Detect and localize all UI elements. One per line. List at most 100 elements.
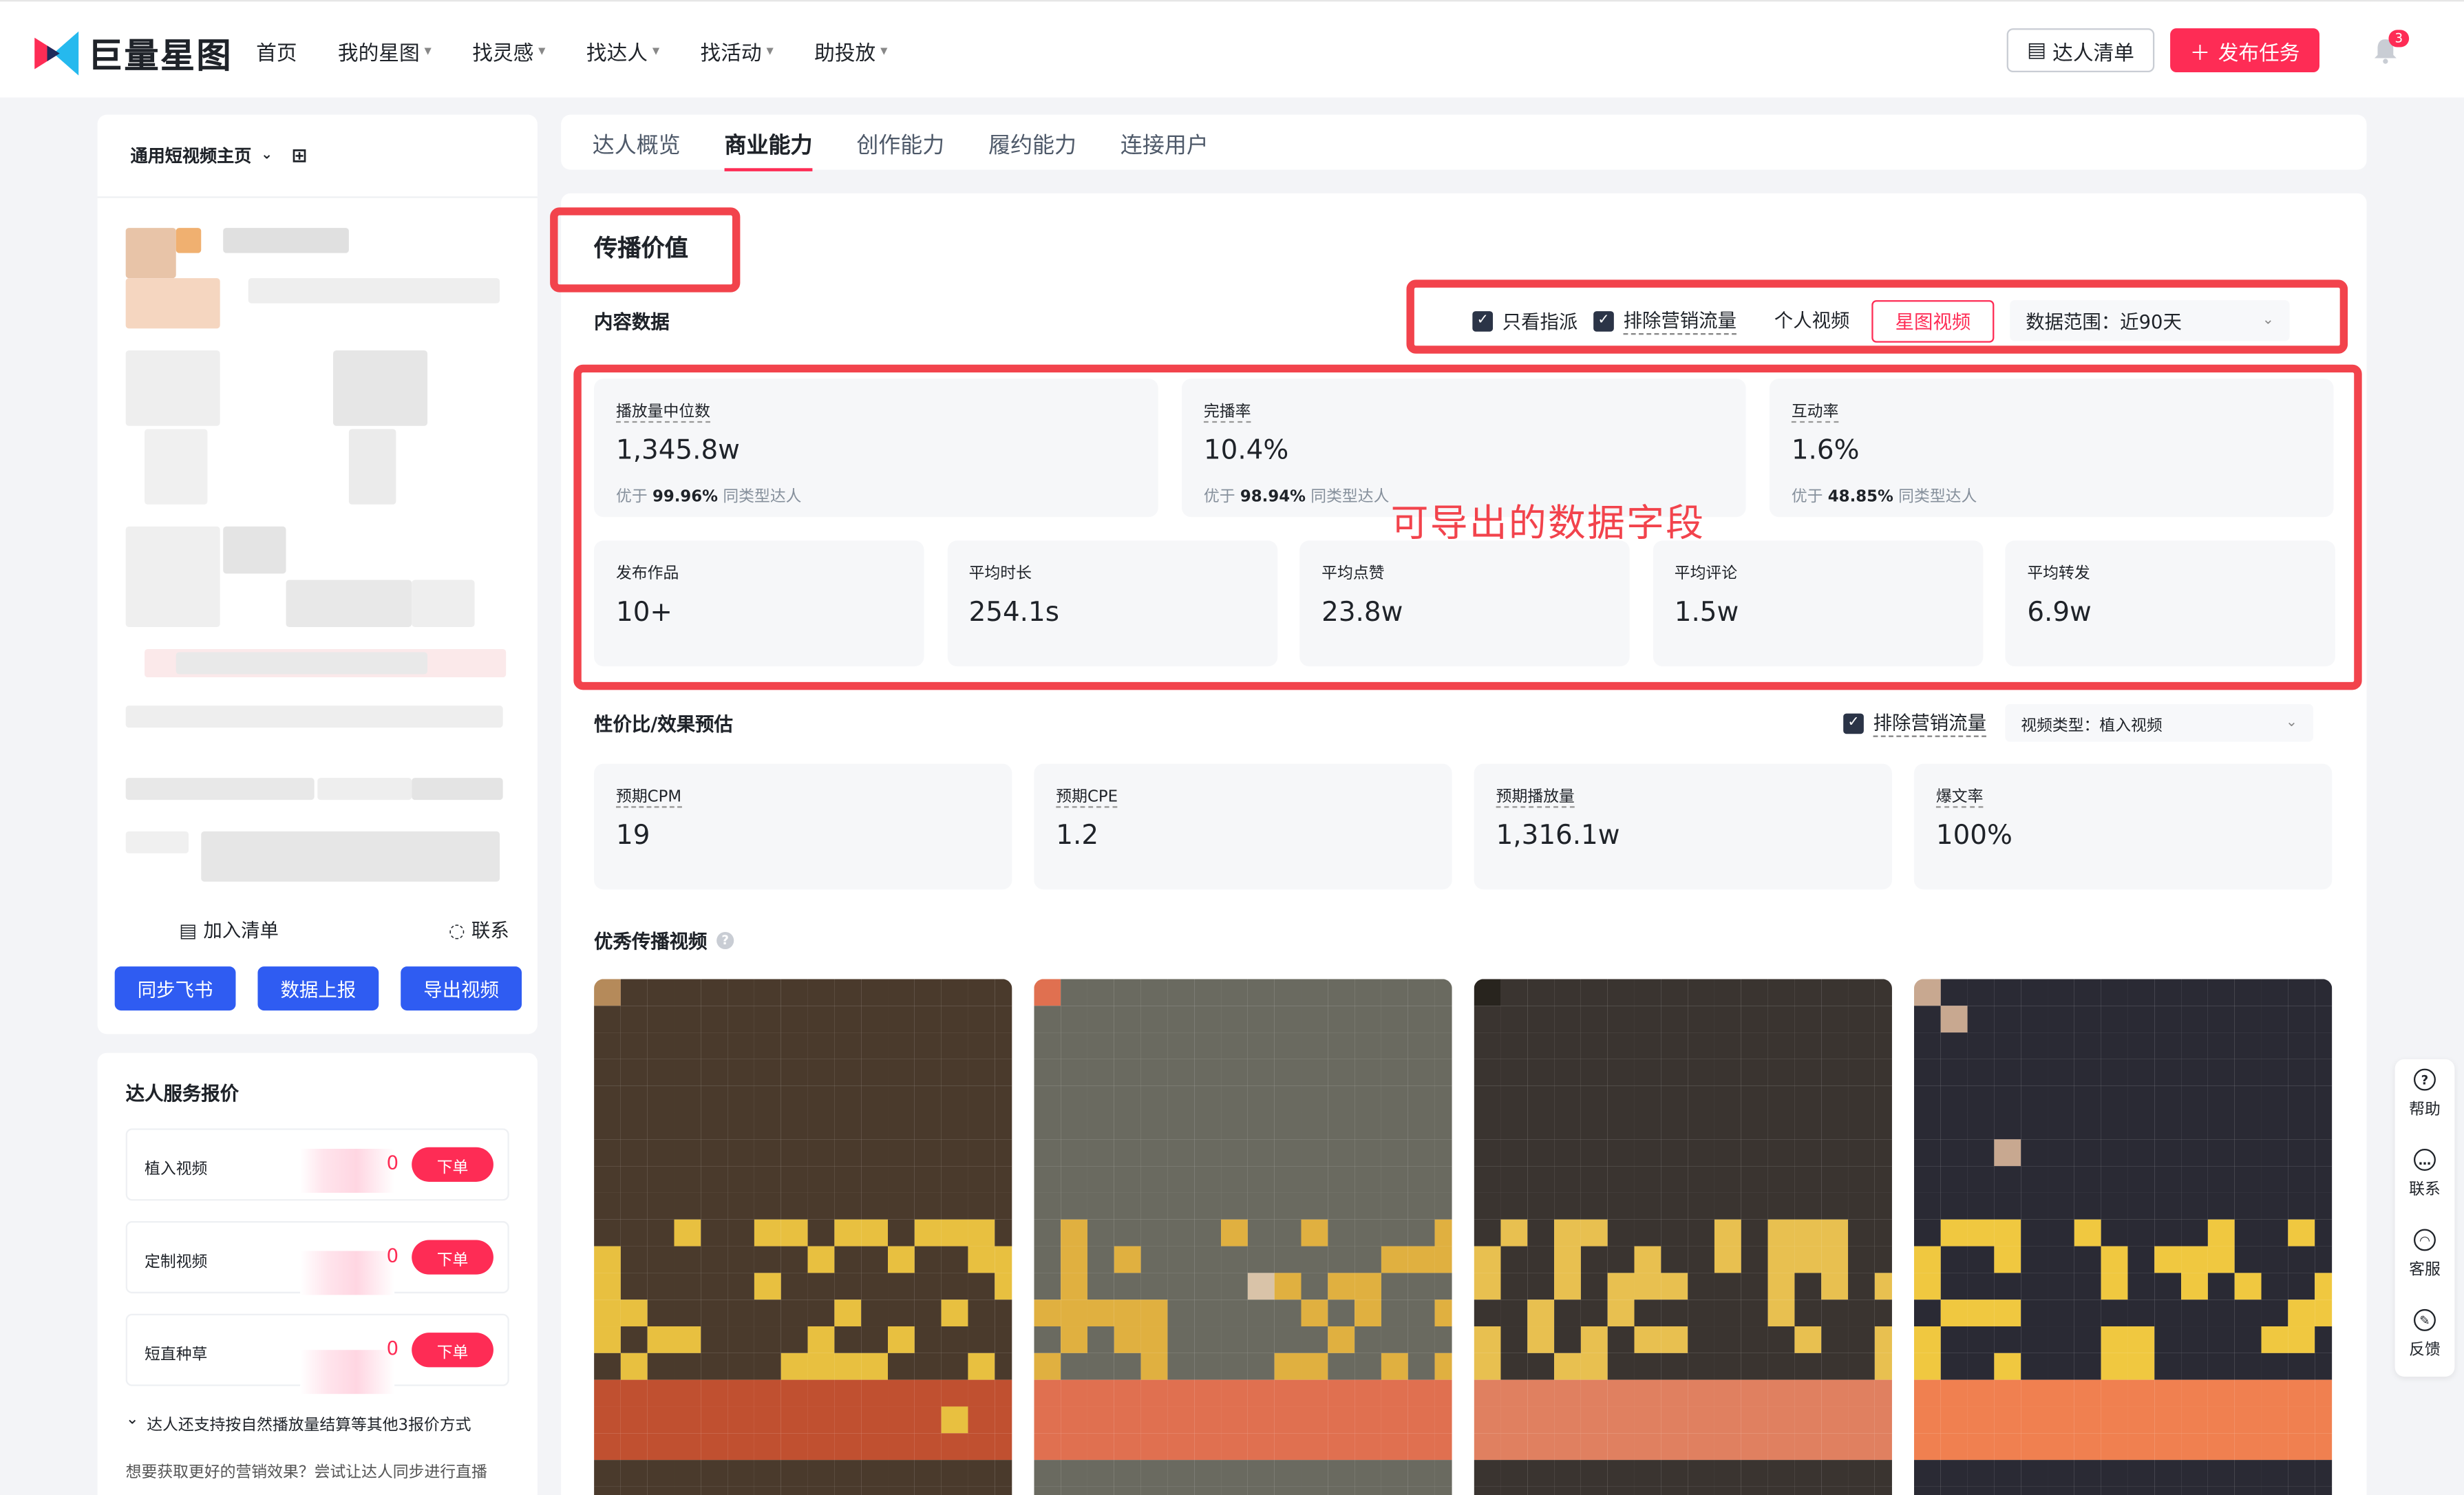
order-button[interactable]: 下单 bbox=[412, 1240, 493, 1275]
video-pixel bbox=[1247, 1112, 1275, 1140]
video-pixel bbox=[1967, 1486, 1995, 1495]
video-pixel bbox=[1087, 1300, 1114, 1327]
video-pixel bbox=[807, 1300, 835, 1327]
video-pixel bbox=[1301, 1166, 1328, 1193]
publish-task-button[interactable]: ＋ 发布任务 bbox=[2170, 28, 2320, 73]
stat-label[interactable]: 播放量中位数 bbox=[616, 398, 711, 423]
video-pixel bbox=[1661, 1006, 1688, 1033]
video-pixel bbox=[1500, 1379, 1528, 1407]
float-service-button[interactable]: ◠ 客服 bbox=[2395, 1229, 2455, 1280]
tab-item[interactable]: 连接用户 bbox=[1121, 115, 1209, 170]
exclude-marketing-checkbox[interactable]: ✓ 排除营销流量 bbox=[1843, 709, 1987, 737]
video-pixel bbox=[2181, 1139, 2208, 1167]
nav-item[interactable]: 找灵感 ▾ bbox=[472, 36, 545, 66]
stat-label: 发布作品 bbox=[616, 565, 679, 584]
video-pixel bbox=[620, 1433, 648, 1461]
tab-item[interactable]: 达人概览 bbox=[593, 115, 681, 170]
video-pixel bbox=[1087, 1112, 1114, 1140]
video-thumbnail[interactable] bbox=[1913, 979, 2333, 1495]
more-price-toggle[interactable]: ⌄ 达人还支持按自然播放量结算等其他3报价方式 bbox=[126, 1411, 471, 1434]
video-pixel bbox=[701, 1192, 728, 1220]
video-pixel bbox=[1967, 1139, 1995, 1167]
video-pixel bbox=[1527, 979, 1555, 1006]
video-pixel bbox=[2234, 979, 2262, 1006]
tab-item[interactable]: 商业能力 bbox=[724, 115, 813, 171]
nav-item[interactable]: 我的星图 ▾ bbox=[338, 36, 432, 66]
talent-list-button[interactable]: ▤ 达人清单 bbox=[2006, 28, 2155, 73]
personal-video-tab[interactable]: 个人视频 bbox=[1752, 299, 1872, 342]
video-thumbnail[interactable] bbox=[1034, 979, 1452, 1495]
video-pixel bbox=[1913, 1219, 1941, 1247]
video-pixel bbox=[941, 1219, 968, 1247]
video-pixel bbox=[1247, 1059, 1275, 1086]
sync-feishu-button[interactable]: 同步飞书 bbox=[114, 966, 236, 1011]
video-pixel bbox=[1994, 1219, 2021, 1247]
video-pixel bbox=[701, 1353, 728, 1380]
video-thumbnail[interactable] bbox=[1474, 979, 1892, 1495]
tab-item[interactable]: 履约能力 bbox=[988, 115, 1076, 170]
qr-icon[interactable]: ⊞ bbox=[292, 145, 308, 167]
brand-logo[interactable]: 巨量星图 bbox=[32, 28, 233, 78]
video-pixel bbox=[1741, 1300, 1768, 1327]
video-pixel bbox=[594, 1139, 621, 1167]
video-pixel bbox=[1821, 1460, 1849, 1487]
nav-item[interactable]: 首页 bbox=[256, 36, 297, 66]
xingtu-video-tab[interactable]: 星图视频 bbox=[1871, 299, 1995, 342]
video-pixel bbox=[2207, 1406, 2235, 1434]
float-contact-button[interactable]: … 联系 bbox=[2395, 1149, 2455, 1199]
video-pixel bbox=[995, 1353, 1012, 1380]
video-pixel bbox=[2261, 1433, 2288, 1461]
video-pixel bbox=[807, 1406, 835, 1434]
video-pixel bbox=[1714, 1139, 1741, 1167]
tab-item[interactable]: 创作能力 bbox=[856, 115, 944, 170]
video-pixel bbox=[2021, 979, 2048, 1006]
contact-link[interactable]: ◌ 联系 bbox=[449, 916, 509, 943]
video-pixel bbox=[1714, 1406, 1741, 1434]
video-pixel bbox=[1940, 1085, 1968, 1113]
float-help-button[interactable]: ? 帮助 bbox=[2395, 1068, 2455, 1119]
video-pixel bbox=[1607, 1219, 1635, 1247]
video-pixel bbox=[1794, 1353, 1822, 1380]
nav-item[interactable]: 找达人 ▾ bbox=[586, 36, 659, 66]
add-to-list-link[interactable]: ▤ 加入清单 bbox=[179, 916, 279, 943]
video-pixel bbox=[754, 1246, 781, 1273]
video-pixel bbox=[1167, 1406, 1195, 1434]
only-assigned-checkbox[interactable]: ✓ 只看指派 bbox=[1472, 307, 1578, 334]
video-pixel bbox=[1994, 1192, 2021, 1220]
video-thumbnail[interactable] bbox=[594, 979, 1012, 1495]
stat-label[interactable]: 爆文率 bbox=[1935, 783, 1984, 808]
video-pixel bbox=[727, 1406, 754, 1434]
export-video-button[interactable]: 导出视频 bbox=[401, 966, 522, 1011]
stat-label[interactable]: 预期CPE bbox=[1056, 783, 1118, 808]
video-type-select[interactable]: 视频类型：植入视频 ⌄ bbox=[2005, 703, 2313, 742]
nav-item[interactable]: 助投放 ▾ bbox=[814, 36, 887, 66]
video-pixel bbox=[1034, 1059, 1061, 1086]
video-pixel bbox=[2234, 1192, 2262, 1220]
video-pixel bbox=[2181, 1379, 2208, 1407]
float-feedback-button[interactable]: ✎ 反馈 bbox=[2395, 1308, 2455, 1359]
stat-value: 1,316.1w bbox=[1496, 820, 1620, 852]
video-pixel bbox=[1741, 1406, 1768, 1434]
nav-item[interactable]: 找活动 ▾ bbox=[701, 36, 774, 66]
data-report-button[interactable]: 数据上报 bbox=[257, 966, 379, 1011]
exclude-marketing-checkbox[interactable]: ✓ 排除营销流量 bbox=[1593, 306, 1737, 335]
stat-label[interactable]: 预期CPM bbox=[616, 783, 682, 808]
homepage-select[interactable]: 通用短视频主页 ⌄ ⊞ bbox=[131, 143, 308, 169]
video-pixel bbox=[1247, 1326, 1275, 1353]
stat-label: 平均转发 bbox=[2027, 565, 2090, 584]
stat-label[interactable]: 预期播放量 bbox=[1496, 783, 1575, 808]
order-button[interactable]: 下单 bbox=[412, 1147, 493, 1182]
video-pixel bbox=[1607, 1139, 1635, 1167]
video-pixel bbox=[1061, 1192, 1087, 1220]
price-row: 植入视频 0 下单 bbox=[125, 1128, 509, 1201]
data-range-select[interactable]: 数据范围：近90天 ⌄ bbox=[2010, 300, 2290, 341]
stat-label[interactable]: 完播率 bbox=[1203, 398, 1251, 423]
video-pixel bbox=[1661, 1192, 1688, 1220]
order-button[interactable]: 下单 bbox=[412, 1333, 493, 1368]
video-pixel bbox=[674, 1219, 701, 1247]
video-pixel bbox=[2127, 1006, 2155, 1033]
video-pixel bbox=[1848, 1139, 1875, 1167]
stat-label[interactable]: 互动率 bbox=[1791, 398, 1839, 423]
video-pixel bbox=[1580, 1219, 1608, 1247]
help-icon[interactable]: ? bbox=[716, 931, 734, 950]
